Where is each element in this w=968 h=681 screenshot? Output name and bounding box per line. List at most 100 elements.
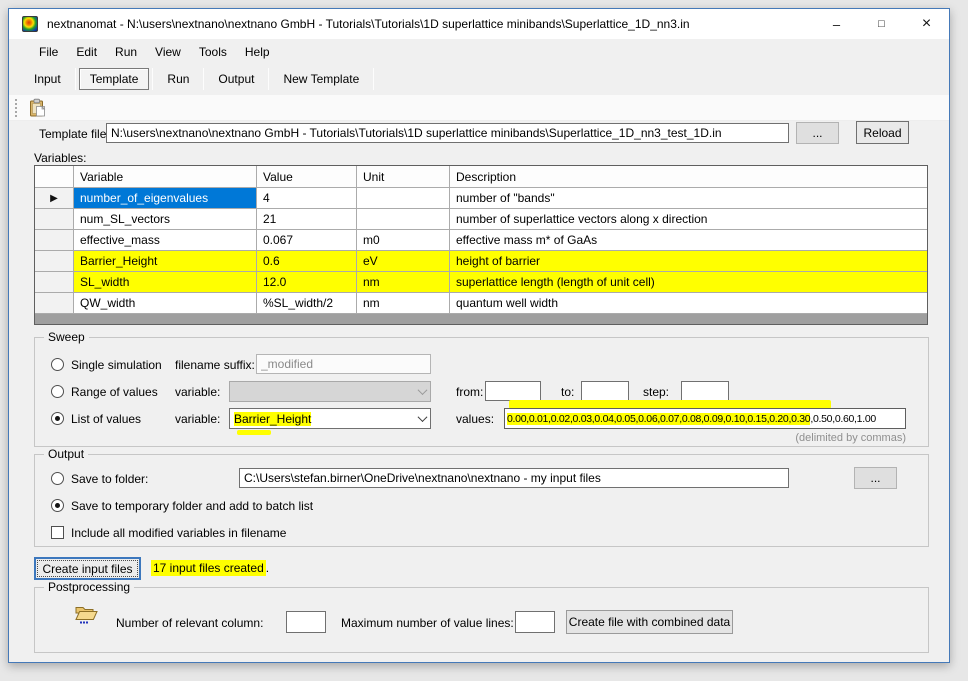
variables-label: Variables: [34,151,86,165]
row-selector[interactable] [35,251,74,272]
create-combined-file-button[interactable]: Create file with combined data [566,610,733,634]
range-of-values-label: Range of values [71,385,158,399]
header-unit[interactable]: Unit [357,166,450,188]
cell-unit[interactable] [357,209,450,230]
tab-new-template[interactable]: New Template [272,68,370,90]
list-variable-combobox[interactable]: Barrier_Height [229,408,431,429]
table-row: ▶ number_of_eigenvalues 4 number of "ban… [35,188,927,209]
row-selector[interactable] [35,293,74,314]
from-input[interactable] [485,381,541,401]
single-simulation-label: Single simulation [71,358,162,372]
save-to-folder-label: Save to folder: [71,472,148,486]
save-temp-folder-label: Save to temporary folder and add to batc… [71,499,313,513]
app-window: nextnanomat - N:\users\nextnano\nextnano… [8,8,950,663]
cell-unit[interactable]: nm [357,272,450,293]
variables-table: Variable Value Unit Description ▶ number… [34,165,928,325]
cell-value[interactable]: 21 [257,209,357,230]
cell-description[interactable]: effective mass m* of GaAs [450,230,927,251]
menu-tools[interactable]: Tools [190,42,236,62]
maximize-button[interactable]: □ [859,9,904,39]
to-input[interactable] [581,381,629,401]
reload-button[interactable]: Reload [856,121,909,144]
cell-variable[interactable]: QW_width [74,293,257,314]
cell-description[interactable]: number of "bands" [450,188,927,209]
cell-unit[interactable]: eV [357,251,450,272]
range-of-values-radio[interactable] [51,385,64,398]
cell-unit[interactable]: nm [357,293,450,314]
tab-run[interactable]: Run [156,68,200,90]
single-simulation-radio[interactable] [51,358,64,371]
cell-variable[interactable]: SL_width [74,272,257,293]
tab-separator [203,68,204,90]
table-row: Barrier_Height 0.6 eV height of barrier [35,251,927,272]
save-temp-folder-radio[interactable] [51,499,64,512]
cell-value[interactable]: 4 [257,188,357,209]
tab-template[interactable]: Template [79,68,150,90]
cell-description[interactable]: number of superlattice vectors along x d… [450,209,927,230]
menu-edit[interactable]: Edit [67,42,106,62]
cell-value[interactable]: 12.0 [257,272,357,293]
row-selector[interactable] [35,230,74,251]
template-file-input[interactable] [106,123,789,143]
header-row-selector [35,166,74,188]
current-row-marker-icon: ▶ [50,193,58,204]
cell-variable[interactable]: num_SL_vectors [74,209,257,230]
cell-variable[interactable]: number_of_eigenvalues [74,188,257,209]
range-variable-combobox[interactable] [229,381,431,402]
cell-description[interactable]: quantum well width [450,293,927,314]
save-to-folder-radio[interactable] [51,472,64,485]
range-variable-label: variable: [175,385,220,399]
postprocessing-group-title: Postprocessing [44,580,134,594]
toolbar-grip-icon [15,99,17,117]
toolbar [9,95,949,121]
menu-run[interactable]: Run [106,42,146,62]
row-selector[interactable]: ▶ [35,188,74,209]
chevron-down-icon [418,412,428,422]
template-file-label: Template file: [39,127,110,141]
cell-value[interactable]: %SL_width/2 [257,293,357,314]
header-variable[interactable]: Variable [74,166,257,188]
template-browse-button[interactable]: ... [796,122,839,144]
cell-description[interactable]: superlattice length (length of unit cell… [450,272,927,293]
cell-description[interactable]: height of barrier [450,251,927,272]
table-row: SL_width 12.0 nm superlattice length (le… [35,272,927,293]
status-suffix: . [266,561,269,575]
header-value[interactable]: Value [257,166,357,188]
open-folder-icon[interactable] [73,601,99,625]
minimize-button[interactable]: – [814,9,859,39]
header-description[interactable]: Description [450,166,927,188]
cell-unit[interactable]: m0 [357,230,450,251]
row-selector[interactable] [35,272,74,293]
value-lines-input[interactable] [515,611,555,633]
tab-input[interactable]: Input [23,68,72,90]
save-folder-input[interactable] [239,468,789,488]
cell-unit[interactable] [357,188,450,209]
cell-value[interactable]: 0.6 [257,251,357,272]
list-of-values-radio[interactable] [51,412,64,425]
chevron-down-icon [418,385,428,395]
create-input-files-button[interactable]: Create input files [34,557,141,580]
menu-file[interactable]: File [30,42,67,62]
row-selector[interactable] [35,209,74,230]
cell-value[interactable]: 0.067 [257,230,357,251]
app-icon [22,16,38,32]
cell-variable[interactable]: Barrier_Height [74,251,257,272]
output-group-title: Output [44,447,88,461]
highlighter-mark [237,430,271,435]
menu-view[interactable]: View [146,42,190,62]
paste-template-icon[interactable] [26,97,48,119]
cell-variable[interactable]: effective_mass [74,230,257,251]
step-input[interactable] [681,381,729,401]
sweep-group-title: Sweep [44,330,89,344]
menu-help[interactable]: Help [236,42,279,62]
values-input[interactable]: 0.00,0.01,0.02,0.03,0.04,0.05,0.06,0.07,… [504,408,906,429]
table-row: effective_mass 0.067 m0 effective mass m… [35,230,927,251]
tab-strip: Input Template Run Output New Template [9,65,949,93]
include-variables-checkbox[interactable] [51,526,64,539]
output-browse-button[interactable]: ... [854,467,897,489]
tab-output[interactable]: Output [207,68,265,90]
close-button[interactable]: × [904,9,949,39]
relevant-column-input[interactable] [286,611,326,633]
filename-suffix-input[interactable] [256,354,431,374]
values-highlighted-segment: 0.00,0.01,0.02,0.03,0.04,0.05,0.06,0.07,… [507,413,810,425]
